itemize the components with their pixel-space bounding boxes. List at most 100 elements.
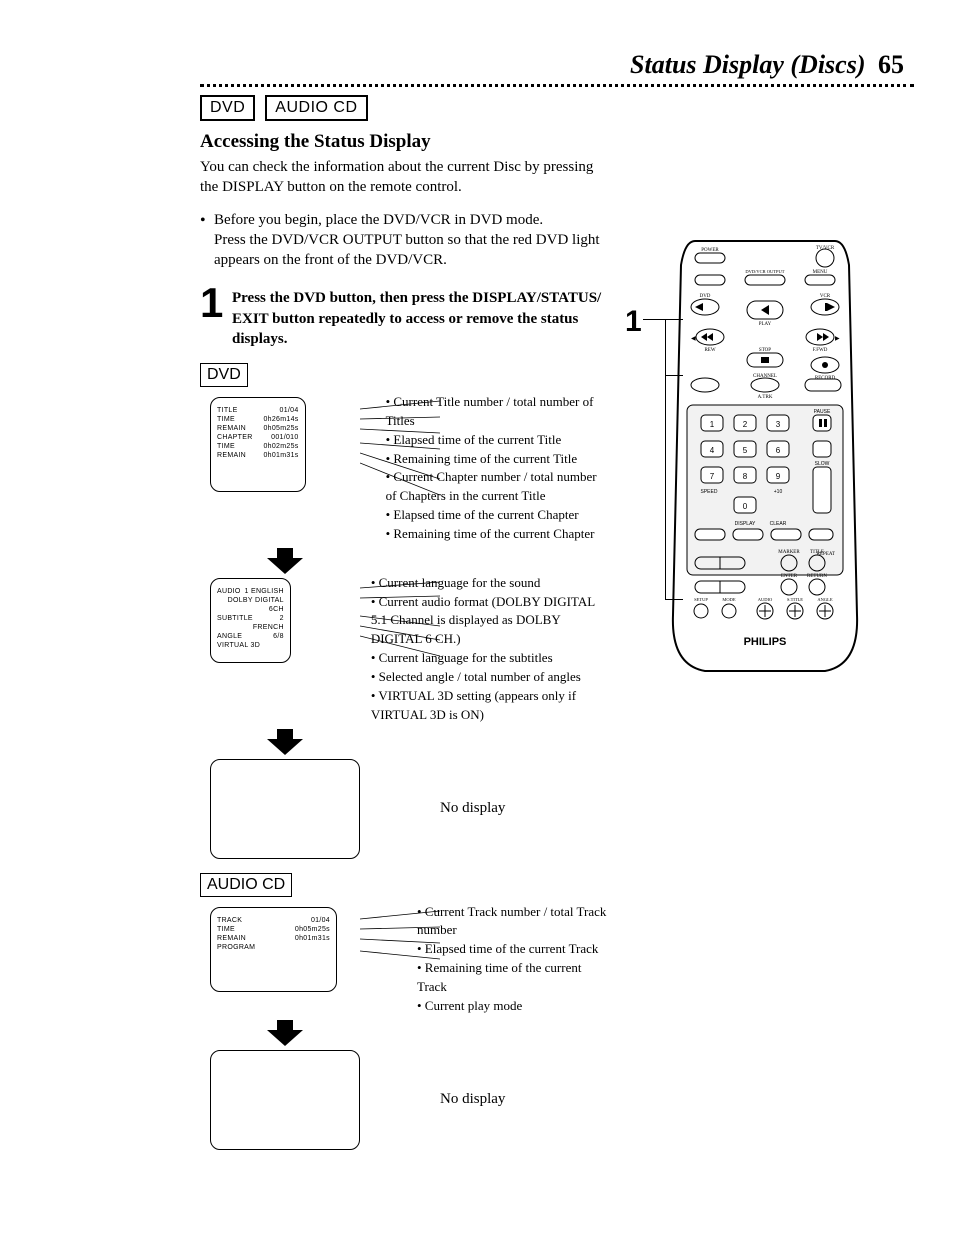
osd-label: REMAIN <box>217 424 246 433</box>
svg-text:8: 8 <box>743 472 748 481</box>
osd-value: 0h01m31s <box>263 451 298 460</box>
osd-value: 1 ENGLISH <box>245 587 284 596</box>
prep-line2: Press the DVD/VCR OUTPUT button so that … <box>214 232 600 268</box>
callout: Current play mode <box>417 997 610 1016</box>
step-number: 1 <box>200 284 226 322</box>
osd-value: 0h05m25s <box>295 925 330 934</box>
svg-text:5: 5 <box>743 446 748 455</box>
osd-value: 001/010 <box>271 433 298 442</box>
callout: Current Track number / total Track numbe… <box>417 903 610 941</box>
svg-text:SLOW: SLOW <box>815 461 830 467</box>
svg-text:9: 9 <box>776 472 781 481</box>
no-display-label: No display <box>440 800 505 817</box>
callout: Selected angle / total number of angles <box>371 668 610 687</box>
down-arrow-icon <box>265 729 610 755</box>
svg-text:PAUSE: PAUSE <box>814 409 831 415</box>
svg-text:SETUP: SETUP <box>694 597 708 602</box>
svg-text:DVD: DVD <box>700 294 711 299</box>
dvd-diagram-1: TITLE01/04 TIME0h26m14s REMAIN0h05m25s C… <box>210 397 610 544</box>
callout: VIRTUAL 3D setting (appears only if VIRT… <box>371 687 610 725</box>
tag-dvd: DVD <box>200 95 255 121</box>
section-title: Accessing the Status Display <box>200 131 610 153</box>
audio-cd-subtag: AUDIO CD <box>200 873 292 897</box>
page-number: 65 <box>878 50 904 79</box>
osd-value: 0h05m25s <box>263 424 298 433</box>
prep-line1: Before you begin, place the DVD/VCR in D… <box>214 212 543 228</box>
svg-text:STOP: STOP <box>759 348 771 353</box>
cd-display-box-1: TRACK01/04 TIME0h05m25s REMAIN0h01m31s P… <box>210 907 337 992</box>
left-column: DVD AUDIO CD Accessing the Status Displa… <box>80 95 610 1150</box>
content-row: DVD AUDIO CD Accessing the Status Displa… <box>80 95 914 1150</box>
format-tags: DVD AUDIO CD <box>200 95 610 121</box>
step-ref-1: 1 <box>625 305 642 339</box>
remote-svg-icon: POWER TV/VCR DVD/VCR OUTPUT MENU DVD VCR <box>665 235 865 675</box>
osd-label: TITLE <box>217 406 238 415</box>
svg-text:6: 6 <box>776 446 781 455</box>
intro-text: You can check the information about the … <box>200 157 600 198</box>
osd-value: 0h02m25s <box>263 442 298 451</box>
osd-value: 6/8 <box>273 632 284 641</box>
svg-text:S.TITLE: S.TITLE <box>787 597 803 602</box>
callout: Remaining time of the current Track <box>417 959 610 997</box>
no-display-label: No display <box>440 1091 505 1108</box>
osd-value: 0h01m31s <box>295 934 330 943</box>
callout: Remaining time of the current Title <box>386 450 610 469</box>
cd-no-display: No display <box>210 1050 610 1150</box>
osd-label: PROGRAM <box>217 943 255 952</box>
callout: Current language for the subtitles <box>371 649 610 668</box>
svg-text:DVD/VCR OUTPUT: DVD/VCR OUTPUT <box>745 269 784 274</box>
blank-display-box <box>210 759 360 859</box>
dvd-no-display: No display <box>210 759 610 859</box>
step-1: 1 Press the DVD button, then press the D… <box>200 288 610 349</box>
callout: Current Chapter number / total number of… <box>386 468 610 506</box>
svg-text:0: 0 <box>743 502 748 511</box>
cd-diagram-1: TRACK01/04 TIME0h05m25s REMAIN0h01m31s P… <box>210 907 610 1016</box>
osd-label: SUBTITLE <box>217 614 253 632</box>
svg-text:MODE: MODE <box>722 597 736 602</box>
osd-value: DOLBY DIGITAL <box>228 596 284 605</box>
callout: Elapsed time of the current Chapter <box>386 506 610 525</box>
svg-text:CLEAR: CLEAR <box>770 521 787 527</box>
svg-text:+10: +10 <box>774 489 783 495</box>
osd-label: AUDIO <box>217 587 241 596</box>
osd-label: ANGLE <box>217 632 242 641</box>
osd-label: REMAIN <box>217 934 246 943</box>
dvd-display-box-2: AUDIO 1 ENGLISH DOLBY DIGITAL 6CH SUBTITL… <box>210 578 291 663</box>
osd-label: VIRTUAL 3D <box>217 641 260 650</box>
callout: Elapsed time of the current Track <box>417 940 610 959</box>
page: Status Display (Discs) 65 DVD AUDIO CD A… <box>0 0 954 1235</box>
down-arrow-icon <box>265 1020 610 1046</box>
down-arrow-icon <box>265 548 610 574</box>
dvd-callouts-1: Current Title number / total number of T… <box>386 393 610 544</box>
cd-callouts-1: Current Track number / total Track numbe… <box>417 903 610 1016</box>
callout: Elapsed time of the current Title <box>386 431 610 450</box>
svg-text:REW: REW <box>704 348 715 353</box>
step-text: Press the DVD button, then press the DIS… <box>232 288 610 349</box>
blank-display-box <box>210 1050 360 1150</box>
osd-label: REMAIN <box>217 451 246 460</box>
osd-label: TIME <box>217 415 235 424</box>
svg-text:RETURN: RETURN <box>807 574 827 579</box>
svg-text:VCR: VCR <box>820 294 831 299</box>
dvd-diagram-2: AUDIO 1 ENGLISH DOLBY DIGITAL 6CH SUBTITL… <box>210 578 610 725</box>
callout: Current language for the sound <box>371 574 610 593</box>
svg-text:7: 7 <box>710 472 715 481</box>
svg-text:2: 2 <box>743 420 748 429</box>
svg-text:TV/VCR: TV/VCR <box>816 246 835 251</box>
osd-value: 2 FRENCH <box>253 614 284 632</box>
svg-text:SPEED: SPEED <box>701 489 718 495</box>
svg-text:1: 1 <box>710 420 715 429</box>
dvd-display-box-1: TITLE01/04 TIME0h26m14s REMAIN0h05m25s C… <box>210 397 306 492</box>
svg-text:◀: ◀ <box>691 336 696 342</box>
svg-text:PLAY: PLAY <box>759 322 772 327</box>
remote-brand: PHILIPS <box>744 636 787 648</box>
tag-audio-cd: AUDIO CD <box>265 95 367 121</box>
right-column: 1 POWER TV/VCR <box>640 95 890 675</box>
osd-label: CHAPTER <box>217 433 253 442</box>
svg-text:MENU: MENU <box>813 270 828 275</box>
svg-text:ENTER: ENTER <box>781 574 798 579</box>
svg-text:F.FWD: F.FWD <box>813 348 828 353</box>
osd-value: 6CH <box>269 605 284 614</box>
svg-text:A.TRK: A.TRK <box>758 395 773 400</box>
osd-value: 01/04 <box>280 406 299 415</box>
